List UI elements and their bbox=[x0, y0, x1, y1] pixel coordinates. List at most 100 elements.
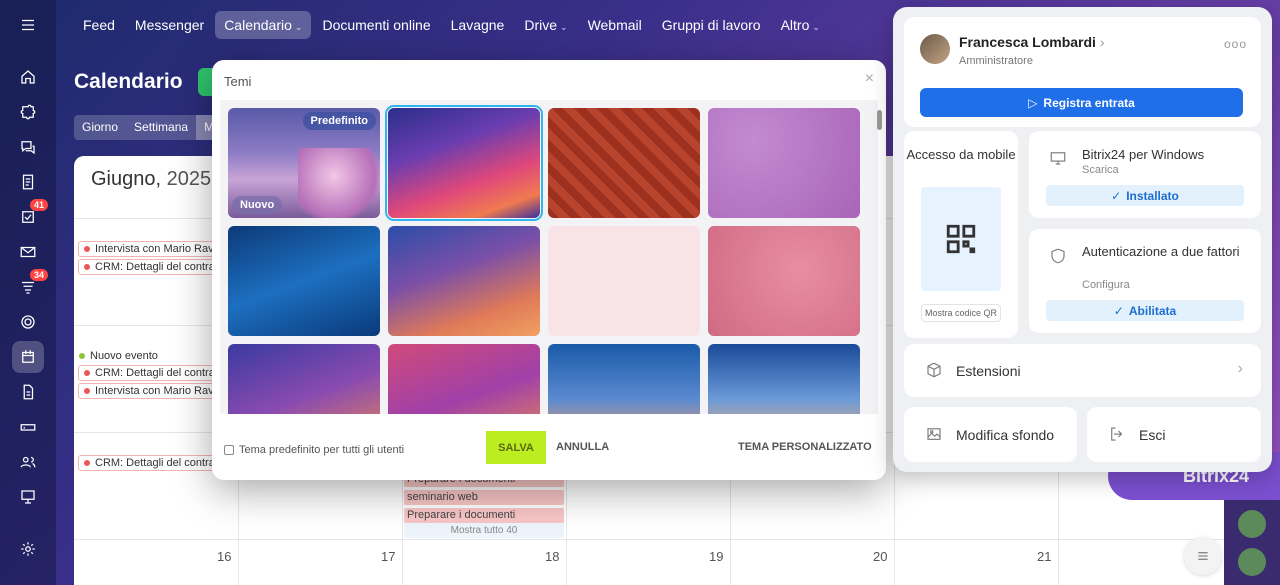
check-in-button[interactable]: ▷ Registra entrata bbox=[920, 88, 1243, 117]
two-factor-configure[interactable]: Configura bbox=[1082, 279, 1130, 291]
day-number: 16 bbox=[217, 549, 232, 564]
theme-tile[interactable] bbox=[228, 226, 380, 336]
chat-icon[interactable] bbox=[12, 131, 44, 163]
nav-drive[interactable]: Drive ⌄ bbox=[515, 11, 576, 39]
extensions-row[interactable]: Estensioni › bbox=[904, 344, 1261, 397]
profile-card: Francesca Lombardi › Amministratore ooo … bbox=[904, 17, 1261, 127]
theme-tile[interactable] bbox=[388, 344, 540, 414]
chevron-down-icon: ⌄ bbox=[560, 22, 568, 32]
logout-icon bbox=[1108, 425, 1126, 446]
day-number: 20 bbox=[873, 549, 888, 564]
nav-lavagne[interactable]: Lavagne bbox=[442, 11, 514, 39]
theme-tile[interactable] bbox=[548, 108, 700, 218]
enabled-button[interactable]: ✓ Abilitata bbox=[1046, 300, 1244, 321]
custom-theme-button[interactable]: TEMA PERSONALIZZATO bbox=[738, 441, 872, 453]
left-rail: 41 34 bbox=[0, 0, 56, 585]
feed-badge: 34 bbox=[29, 269, 48, 281]
logout-button[interactable]: Esci bbox=[1087, 407, 1261, 462]
chevron-right-icon: › bbox=[1099, 34, 1105, 50]
more-icon[interactable]: ooo bbox=[1224, 37, 1247, 51]
new-badge: Nuovo bbox=[232, 196, 283, 214]
presentation-icon[interactable] bbox=[12, 481, 44, 513]
nav-altro[interactable]: Altro ⌄ bbox=[772, 11, 829, 39]
view-switcher: Giorno Settimana Me bbox=[74, 115, 229, 140]
extensions-label: Estensioni bbox=[956, 363, 1021, 379]
drive-icon[interactable] bbox=[12, 411, 44, 443]
theme-tile-selected[interactable] bbox=[385, 105, 543, 221]
change-background-button[interactable]: Modifica sfondo bbox=[904, 407, 1077, 462]
windows-app-download[interactable]: Scarica bbox=[1082, 164, 1119, 176]
check-icon: ✓ bbox=[1113, 303, 1124, 318]
theme-tile[interactable] bbox=[708, 226, 860, 336]
nav-gruppi-di-lavoro[interactable]: Gruppi di lavoro bbox=[653, 11, 770, 39]
theme-tile[interactable] bbox=[708, 344, 860, 414]
user-name[interactable]: Francesca Lombardi › bbox=[959, 34, 1105, 50]
mail-icon[interactable] bbox=[12, 236, 44, 268]
theme-tile[interactable] bbox=[388, 226, 540, 336]
settings-icon[interactable] bbox=[12, 533, 44, 565]
day-number: 19 bbox=[709, 549, 724, 564]
checkbox-icon bbox=[224, 445, 234, 455]
avatar[interactable] bbox=[1238, 510, 1266, 538]
tasks-badge: 41 bbox=[29, 199, 48, 211]
avatar[interactable] bbox=[920, 34, 950, 64]
menu-icon[interactable] bbox=[12, 9, 44, 41]
change-background-label: Modifica sfondo bbox=[956, 427, 1055, 443]
theme-tile[interactable]: Predefinito Nuovo bbox=[228, 108, 380, 218]
windows-app-card: Bitrix24 per Windows Scarica ✓ Installat… bbox=[1029, 131, 1261, 218]
check-icon: ✓ bbox=[1111, 188, 1122, 203]
show-all-link[interactable]: Mostra tutto 40 bbox=[404, 523, 564, 538]
home-icon[interactable] bbox=[12, 61, 44, 93]
theme-tile[interactable] bbox=[548, 344, 700, 414]
close-icon[interactable]: × bbox=[865, 70, 874, 88]
monitor-icon bbox=[1049, 149, 1067, 170]
profile-popup: Francesca Lombardi › Amministratore ooo … bbox=[893, 7, 1272, 472]
nav-messenger[interactable]: Messenger bbox=[126, 11, 213, 39]
themes-grid: Predefinito Nuovo bbox=[220, 100, 878, 414]
avatar[interactable] bbox=[1238, 548, 1266, 576]
day-number: 21 bbox=[1037, 549, 1052, 564]
cancel-button[interactable]: ANNULLA bbox=[556, 441, 609, 453]
list-icon[interactable] bbox=[1184, 537, 1222, 575]
nav-feed[interactable]: Feed bbox=[74, 11, 124, 39]
show-qr-button[interactable]: Mostra codice QR bbox=[921, 304, 1001, 322]
tab-week[interactable]: Settimana bbox=[126, 115, 196, 140]
calendar-event[interactable]: Nuovo evento1 bbox=[74, 348, 234, 364]
feed-icon[interactable]: 34 bbox=[12, 269, 48, 303]
calendar-event[interactable]: seminario web bbox=[404, 490, 564, 505]
nav-webmail[interactable]: Webmail bbox=[579, 11, 651, 39]
calendar-event[interactable]: Preparare i documenti bbox=[404, 508, 564, 523]
themes-dialog: Temi × Predefinito Nuovo Tema predefinit… bbox=[212, 60, 886, 480]
page-title: Calendario bbox=[74, 70, 183, 93]
theme-tile[interactable] bbox=[708, 108, 860, 218]
month-label: Giugno, 2025 bbox=[91, 168, 212, 190]
chevron-down-icon: ⌄ bbox=[294, 22, 303, 32]
theme-tile[interactable] bbox=[548, 226, 700, 336]
scrollbar[interactable] bbox=[876, 100, 884, 414]
two-factor-title: Autenticazione a due fattori bbox=[1082, 244, 1240, 259]
installed-button[interactable]: ✓ Installato bbox=[1046, 185, 1244, 206]
tab-day[interactable]: Giorno bbox=[74, 115, 126, 140]
shield-icon bbox=[1049, 247, 1067, 268]
nav-calendario[interactable]: Calendario ⌄ bbox=[215, 11, 312, 39]
default-theme-checkbox[interactable]: Tema predefinito per tutti gli utenti bbox=[224, 444, 404, 456]
theme-tile[interactable] bbox=[228, 344, 380, 414]
nav-documenti-online[interactable]: Documenti online bbox=[313, 11, 439, 39]
default-badge: Predefinito bbox=[302, 112, 376, 130]
play-icon: ▷ bbox=[1028, 95, 1038, 110]
calendar-icon[interactable] bbox=[12, 341, 44, 373]
tasks-icon[interactable]: 41 bbox=[12, 199, 48, 233]
user-role: Amministratore bbox=[959, 55, 1033, 67]
document-icon[interactable] bbox=[12, 166, 44, 198]
dialog-title: Temi bbox=[224, 74, 252, 89]
file-icon[interactable] bbox=[12, 376, 44, 408]
day-number: 17 bbox=[381, 549, 396, 564]
users-icon[interactable] bbox=[12, 446, 44, 478]
puzzle-icon[interactable] bbox=[12, 96, 44, 128]
mobile-access-card: Accesso da mobile Mostra codice QR bbox=[904, 131, 1018, 338]
mobile-access-title: Accesso da mobile bbox=[906, 147, 1016, 162]
target-icon[interactable] bbox=[12, 306, 44, 338]
two-factor-card: Autenticazione a due fattori Configura ✓… bbox=[1029, 229, 1261, 333]
qr-code-icon[interactable] bbox=[921, 187, 1001, 291]
save-button[interactable]: SALVA bbox=[486, 431, 546, 464]
